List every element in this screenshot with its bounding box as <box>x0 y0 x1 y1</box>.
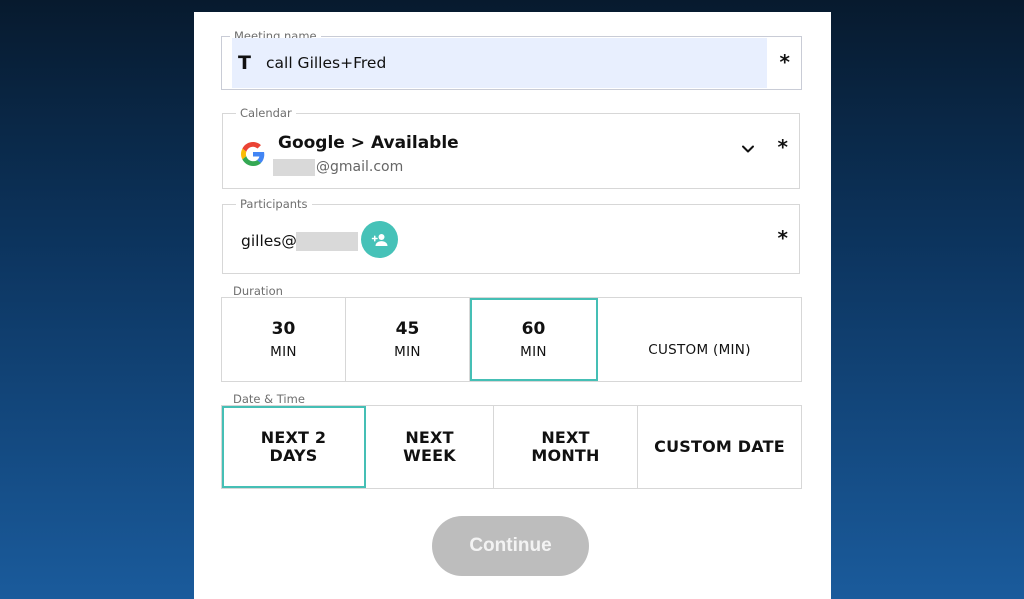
duration-30-button[interactable]: 30 MIN <box>222 298 346 381</box>
duration-unit: MIN <box>520 343 547 360</box>
duration-value: 30 <box>271 318 296 339</box>
date-option-label: CUSTOM DATE <box>654 437 785 456</box>
duration-unit: MIN <box>394 343 421 360</box>
duration-custom-button[interactable]: CUSTOM (MIN) <box>598 298 801 381</box>
date-next-month-button[interactable]: NEXT MONTH <box>494 406 638 488</box>
text-t-icon: T <box>238 52 251 74</box>
calendar-account-email: @gmail.com <box>316 159 404 175</box>
duration-unit: MIN <box>270 343 297 360</box>
required-marker: * <box>777 226 788 250</box>
date-option-label: NEXT WEEK <box>403 428 456 465</box>
date-custom-button[interactable]: CUSTOM DATE <box>638 406 801 488</box>
calendar-label: Calendar <box>236 105 296 121</box>
duration-options: 30 MIN 45 MIN 60 MIN CUSTOM (MIN) <box>221 297 802 382</box>
duration-custom-label: CUSTOM (MIN) <box>648 341 751 358</box>
google-logo-icon <box>241 142 265 166</box>
participants-label: Participants <box>236 196 312 212</box>
add-participant-button[interactable] <box>361 221 398 258</box>
date-time-options: NEXT 2 DAYS NEXT WEEK NEXT MONTH CUSTOM … <box>221 405 802 489</box>
date-option-label: NEXT 2 DAYS <box>260 428 327 465</box>
duration-60-button[interactable]: 60 MIN <box>470 298 598 381</box>
date-option-label: NEXT MONTH <box>531 428 600 465</box>
required-marker: * <box>777 135 788 159</box>
duration-label: Duration <box>233 284 283 298</box>
calendar-provider: Google <box>278 133 345 153</box>
redacted-participant-block <box>296 232 358 251</box>
duration-45-button[interactable]: 45 MIN <box>346 298 470 381</box>
participants-field[interactable]: Participants gilles@ * <box>222 196 800 274</box>
redacted-email-block <box>273 159 315 176</box>
participant-email: gilles@ <box>241 232 297 250</box>
calendar-select[interactable]: Calendar Google > Available @gmail.com * <box>222 105 800 189</box>
duration-value: 60 <box>521 318 546 339</box>
meeting-name-value[interactable]: call Gilles+Fred <box>266 54 386 72</box>
meeting-form-panel: Meeting name T call Gilles+Fred * Calend… <box>194 12 831 599</box>
chevron-down-icon[interactable] <box>740 141 756 157</box>
calendar-title: Google > Available <box>278 133 459 153</box>
calendar-name: Available <box>370 133 459 153</box>
date-time-label: Date & Time <box>233 392 305 406</box>
date-next-week-button[interactable]: NEXT WEEK <box>366 406 494 488</box>
calendar-separator: > <box>350 133 366 153</box>
add-person-icon <box>371 233 387 246</box>
meeting-name-field[interactable]: Meeting name T call Gilles+Fred * <box>221 28 802 90</box>
duration-value: 45 <box>395 318 420 339</box>
date-next-2-days-button[interactable]: NEXT 2 DAYS <box>222 406 366 488</box>
required-marker: * <box>779 50 790 74</box>
continue-button[interactable]: Continue <box>432 516 589 576</box>
